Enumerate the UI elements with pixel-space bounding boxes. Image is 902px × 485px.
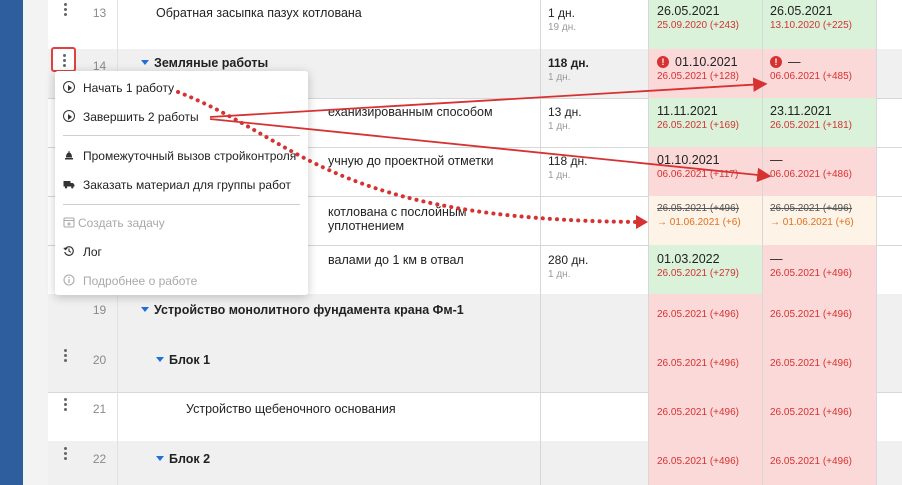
start-date-cell[interactable]: 01.03.2022 26.05.2021 (+279)	[649, 245, 763, 294]
duration-cell	[541, 294, 649, 343]
end-date-cell[interactable]: — 06.06.2021 (+486)	[763, 147, 877, 196]
info-icon	[63, 274, 75, 286]
menu-item-log[interactable]: Лог	[55, 239, 308, 265]
left-gutter	[23, 0, 48, 485]
collapse-caret-icon[interactable]	[156, 357, 164, 362]
app-sidebar-strip	[0, 0, 23, 485]
kebab-icon[interactable]	[60, 2, 70, 16]
duration-cell	[541, 196, 649, 245]
truck-icon	[63, 181, 75, 189]
table-row: 13 Обратная засыпка пазух котлована 1 дн…	[48, 0, 902, 50]
duration-cell: 13 дн. 1 дн.	[541, 98, 649, 147]
start-date-cell[interactable]: 26.05.2021 (+496)	[649, 441, 763, 485]
menu-item-work-details[interactable]: Подробнее о работе	[55, 268, 308, 294]
table-row: 21 Устройство щебеночного основания 26.0…	[48, 392, 902, 442]
duration-cell: 280 дн. 1 дн.	[541, 245, 649, 294]
row-menu[interactable]	[48, 343, 82, 392]
start-date-cell[interactable]: 11.11.2021 26.05.2021 (+169)	[649, 98, 763, 147]
end-date-cell[interactable]: 26.05.2021 (+496)	[763, 441, 877, 485]
menu-item-finish-work[interactable]: Завершить 2 работы	[55, 104, 308, 130]
row-context-menu: Начать 1 работу Завершить 2 работы Проме…	[55, 71, 308, 295]
row-number: 22	[82, 441, 118, 485]
duration-cell	[541, 441, 649, 485]
menu-item-create-task[interactable]: Создать задачу	[55, 210, 308, 236]
table-row: 20 Блок 1 26.05.2021 (+496) 26.05.2021 (…	[48, 343, 902, 393]
start-date-cell[interactable]: ! 01.10.2021 26.05.2021 (+128)	[649, 49, 763, 98]
work-group-name[interactable]: Блок 2	[118, 441, 541, 485]
history-icon	[63, 246, 74, 256]
end-date-cell[interactable]: 26.05.2021 (+496) → 01.06.2021 (+6)	[763, 196, 877, 245]
duration-cell	[541, 343, 649, 392]
start-date-cell[interactable]: 26.05.2021 (+496)	[649, 392, 763, 441]
work-group-name[interactable]: Устройство монолитного фундамента крана …	[118, 294, 541, 343]
end-date-cell[interactable]: ! — 06.06.2021 (+485)	[763, 49, 877, 98]
duration-cell: 1 дн. 19 дн.	[541, 0, 649, 49]
kebab-icon	[59, 53, 69, 67]
calendar-add-icon	[63, 217, 75, 228]
menu-item-inspection-call[interactable]: Промежуточный вызов стройконтроля	[55, 143, 308, 169]
row-menu[interactable]	[48, 392, 82, 441]
end-date-cell[interactable]: 26.05.2021 (+496)	[763, 343, 877, 392]
collapse-caret-icon[interactable]	[141, 60, 149, 65]
start-date-cell[interactable]: 26.05.2021 (+496)	[649, 343, 763, 392]
menu-divider	[63, 204, 300, 205]
kebab-icon[interactable]	[60, 348, 70, 362]
duration-cell: 118 дн. 1 дн.	[541, 49, 649, 98]
row-menu[interactable]	[48, 0, 82, 49]
end-date-cell[interactable]: 23.11.2021 26.05.2021 (+181)	[763, 98, 877, 147]
alert-icon: !	[657, 56, 669, 68]
helmet-icon	[65, 151, 73, 160]
work-name: Обратная засыпка пазух котлована	[118, 0, 541, 49]
collapse-caret-icon[interactable]	[156, 456, 164, 461]
start-date-cell[interactable]: 26.05.2021 (+496)	[649, 294, 763, 343]
work-group-name[interactable]: Блок 1	[118, 343, 541, 392]
alert-icon: !	[770, 56, 782, 68]
kebab-icon[interactable]	[60, 446, 70, 460]
row-actions-button[interactable]	[51, 47, 76, 72]
start-date-cell[interactable]: 01.10.2021 06.06.2021 (+117)	[649, 147, 763, 196]
start-date-cell[interactable]: 26.05.2021 25.09.2020 (+243)	[649, 0, 763, 49]
table-row: 22 Блок 2 26.05.2021 (+496) 26.05.2021 (…	[48, 441, 902, 485]
play-circle-icon	[63, 110, 75, 122]
table-row: 19 Устройство монолитного фундамента кра…	[48, 294, 902, 344]
menu-item-start-work[interactable]: Начать 1 работу	[55, 75, 308, 101]
row-menu[interactable]	[48, 441, 82, 485]
kebab-icon[interactable]	[60, 397, 70, 411]
row-number: 20	[82, 343, 118, 392]
collapse-caret-icon[interactable]	[141, 307, 149, 312]
menu-item-order-material[interactable]: Заказать материал для группы работ	[55, 172, 308, 198]
play-circle-icon	[63, 81, 75, 93]
work-name: Устройство щебеночного основания	[118, 392, 541, 441]
menu-divider	[63, 135, 300, 136]
end-date-cell[interactable]: 26.05.2021 (+496)	[763, 294, 877, 343]
duration-cell	[541, 392, 649, 441]
duration-cell: 118 дн. 1 дн.	[541, 147, 649, 196]
end-date-cell[interactable]: — 26.05.2021 (+496)	[763, 245, 877, 294]
row-number: 21	[82, 392, 118, 441]
end-date-cell[interactable]: 26.05.2021 13.10.2020 (+225)	[763, 0, 877, 49]
end-date-cell[interactable]: 26.05.2021 (+496)	[763, 392, 877, 441]
row-number: 13	[82, 0, 118, 49]
row-number: 19	[82, 294, 118, 343]
start-date-cell[interactable]: 26.05.2021 (+496) → 01.06.2021 (+6)	[649, 196, 763, 245]
